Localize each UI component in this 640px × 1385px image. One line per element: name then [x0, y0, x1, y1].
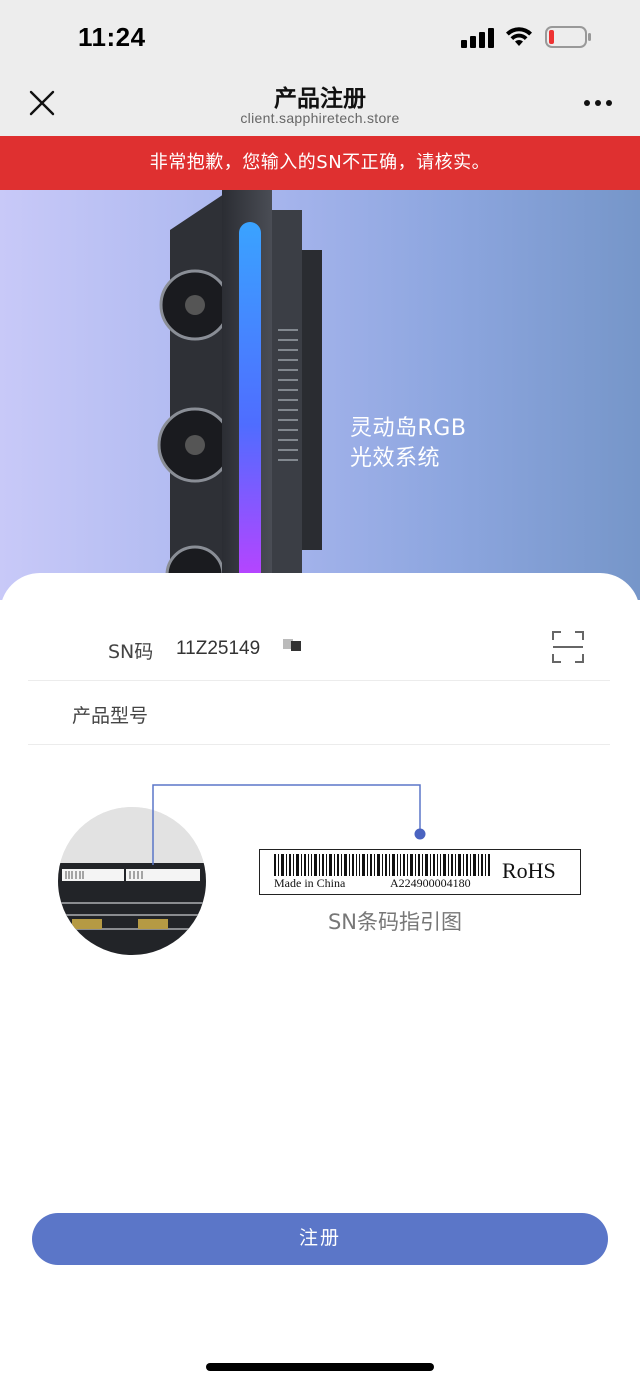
card-label-photo [58, 807, 206, 955]
nav-bar: 产品注册 client.sapphiretech.store [0, 72, 640, 136]
barcode-image [274, 854, 490, 876]
guide-caption: SN条码指引图 [327, 910, 463, 934]
hero-banner: 灵动岛RGB 光效系统 [0, 190, 640, 600]
page-title: 产品注册 [274, 86, 366, 112]
sn-barcode-guide: Made in China A224900004180 RoHS SN条码指引图 [0, 773, 640, 973]
scan-icon[interactable] [552, 631, 584, 663]
hero-caption: 灵动岛RGB 光效系统 [350, 414, 466, 474]
rohs-mark: RoHS [502, 858, 556, 883]
battery-low-icon [545, 26, 591, 48]
error-banner: 非常抱歉，您输入的SN不正确，请核实。 [0, 136, 640, 190]
hero-caption-line2: 光效系统 [350, 446, 441, 471]
model-label: 产品型号 [72, 705, 149, 727]
sn-label: SN码 [108, 641, 154, 663]
made-in-text: Made in China [274, 876, 346, 890]
hero-caption-line1: 灵动岛RGB [350, 416, 467, 441]
screen: 11:24 产品注册 client.sapphiretech.store 非常抱… [0, 0, 640, 1385]
status-bar: 11:24 [0, 0, 640, 72]
barcode-label: Made in China A224900004180 RoHS [259, 849, 581, 895]
page-url: client.sapphiretech.store [240, 110, 400, 126]
home-indicator[interactable] [206, 1363, 434, 1371]
sn-row: SN码 [28, 617, 610, 681]
register-button[interactable]: 注册 [32, 1213, 608, 1265]
model-row: 产品型号 [28, 681, 610, 745]
cellular-signal-icon [461, 28, 495, 48]
wifi-icon [506, 27, 532, 46]
sn-example-code: A224900004180 [390, 876, 471, 890]
more-horizontal-icon[interactable] [582, 100, 614, 110]
graphics-card-image [157, 190, 322, 590]
registration-card: SN码 产品型号 [0, 573, 640, 1385]
card-label-photo-image [58, 807, 206, 955]
text-cursor-marker [283, 639, 301, 651]
status-time: 11:24 [78, 22, 146, 52]
